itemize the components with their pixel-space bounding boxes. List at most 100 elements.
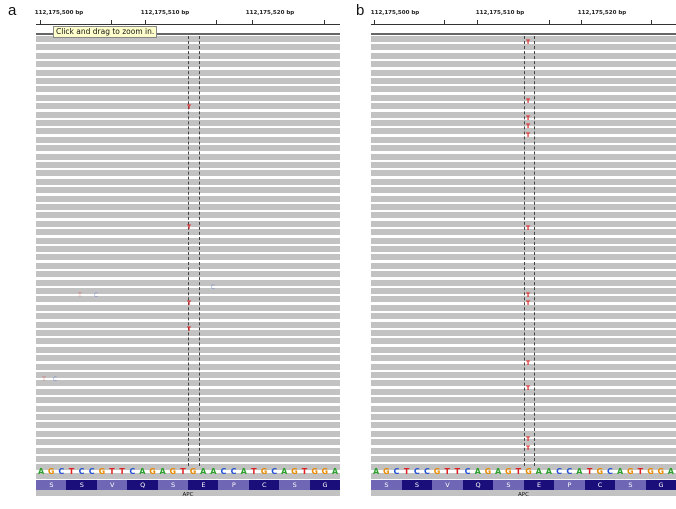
- amino-acid-cell: G: [645, 480, 676, 490]
- ruler-tick: [374, 20, 375, 25]
- ruler-tick: [444, 20, 445, 24]
- reference-base: A: [372, 467, 380, 476]
- reference-base: T: [109, 467, 115, 476]
- reference-base: C: [78, 467, 85, 476]
- reference-base: T: [301, 467, 308, 476]
- reference-base: T: [403, 467, 410, 476]
- center-guide-line: [524, 36, 525, 466]
- reference-base: G: [260, 467, 268, 476]
- mismatch-base: C: [52, 376, 58, 383]
- zoom-tooltip: Click and drag to zoom in.: [53, 26, 158, 38]
- mismatch-base: T: [525, 436, 531, 443]
- panel-letter-a: a: [8, 2, 17, 19]
- reference-base: C: [606, 467, 613, 476]
- mismatch-base: T: [525, 115, 531, 122]
- reference-base: A: [139, 467, 146, 476]
- reference-base: A: [159, 467, 166, 476]
- mismatch-base: T: [186, 300, 192, 307]
- reference-base: G: [504, 467, 512, 476]
- reference-base: T: [637, 467, 644, 476]
- gene-label: APC: [182, 492, 194, 498]
- mismatch-base: T: [525, 292, 531, 299]
- ruler-tick: [324, 20, 325, 24]
- amino-acid-cell: V: [432, 480, 463, 490]
- reference-base: A: [281, 467, 288, 476]
- reference-base: G: [596, 467, 604, 476]
- amino-acid-cell: S: [279, 480, 311, 490]
- reference-base: G: [657, 467, 665, 476]
- reference-base: G: [189, 467, 197, 476]
- reference-base: A: [200, 467, 207, 476]
- mismatch-base: T: [525, 132, 531, 139]
- reference-base: A: [210, 467, 217, 476]
- reference-base: G: [149, 467, 156, 476]
- reference-base: A: [474, 467, 481, 476]
- amino-acid-cell: V: [96, 480, 128, 490]
- reference-base: A: [667, 467, 675, 476]
- reference-base: T: [68, 467, 75, 476]
- panel-letter-b: b: [356, 2, 365, 19]
- gene-label: APC: [518, 492, 529, 498]
- reference-base: G: [321, 467, 329, 476]
- reference-base: G: [311, 467, 318, 476]
- reference-base: A: [240, 467, 247, 476]
- ruler-label: 112,175,500 bp: [34, 10, 84, 16]
- reference-base: G: [626, 467, 634, 476]
- mismatch-base: T: [186, 104, 192, 111]
- reference-base: A: [331, 467, 339, 476]
- reference-base: A: [535, 467, 542, 476]
- amino-acid-cell: S: [401, 480, 433, 490]
- mismatch-base: T: [525, 39, 531, 46]
- reference-base: C: [556, 467, 563, 476]
- reference-base: C: [88, 467, 95, 476]
- reference-base: T: [454, 467, 461, 476]
- reference-base: G: [291, 467, 298, 476]
- amino-acid-cell: Q: [127, 480, 159, 490]
- ruler-tick: [477, 20, 478, 25]
- reference-base: C: [220, 467, 227, 476]
- amino-acid-cell: S: [157, 480, 189, 490]
- reference-base: C: [58, 467, 65, 476]
- mismatch-base: T: [525, 360, 531, 367]
- amino-acid-cell: G: [309, 480, 341, 490]
- genomic-ruler[interactable]: 112,175,500 bp 112,175,510 bp 112,175,52…: [371, 6, 676, 34]
- ruler-tick: [252, 20, 253, 25]
- reference-base: G: [169, 467, 177, 476]
- ruler-label: 112,175,520 bp: [577, 10, 627, 16]
- reference-base: C: [423, 467, 430, 476]
- reference-base: G: [47, 467, 55, 476]
- amino-acid-track: SSVQSEPCSG: [36, 480, 341, 490]
- amino-acid-cell: C: [584, 480, 616, 490]
- reference-base: T: [251, 467, 257, 476]
- ruler-label: 112,175,510 bp: [140, 10, 190, 16]
- ruler-label: 112,175,510 bp: [475, 10, 525, 16]
- ruler-axis: [36, 24, 340, 25]
- amino-acid-cell: S: [493, 480, 524, 490]
- amino-acid-cell: P: [554, 480, 585, 490]
- ruler-tick: [216, 20, 217, 24]
- reference-base: C: [464, 467, 471, 476]
- ruler-label: 112,175,520 bp: [245, 10, 295, 16]
- reference-base: C: [230, 467, 237, 476]
- reference-base: C: [393, 467, 400, 476]
- amino-acid-track: SSVQSEPCSG: [371, 480, 676, 490]
- reference-base: T: [119, 467, 125, 476]
- amino-acid-cell: P: [218, 480, 250, 490]
- reference-base: G: [433, 467, 441, 476]
- mismatch-base: T: [525, 225, 531, 232]
- reference-base: A: [37, 467, 45, 476]
- reference-base: G: [382, 467, 390, 476]
- reference-base: A: [576, 467, 583, 476]
- igv-panel-b: 112,175,500 bp 112,175,510 bp 112,175,52…: [371, 6, 676, 501]
- reference-base: T: [444, 467, 450, 476]
- mismatch-base: T: [78, 292, 82, 299]
- ruler-tick: [549, 20, 550, 24]
- mismatch-base: T: [525, 300, 531, 307]
- reference-base: C: [129, 467, 136, 476]
- reference-base: G: [525, 467, 532, 476]
- mismatch-base: T: [525, 445, 531, 452]
- reference-base: A: [616, 467, 624, 476]
- ruler-axis: [371, 24, 676, 25]
- mismatch-base: C: [210, 284, 216, 291]
- ruler-tick: [145, 20, 146, 25]
